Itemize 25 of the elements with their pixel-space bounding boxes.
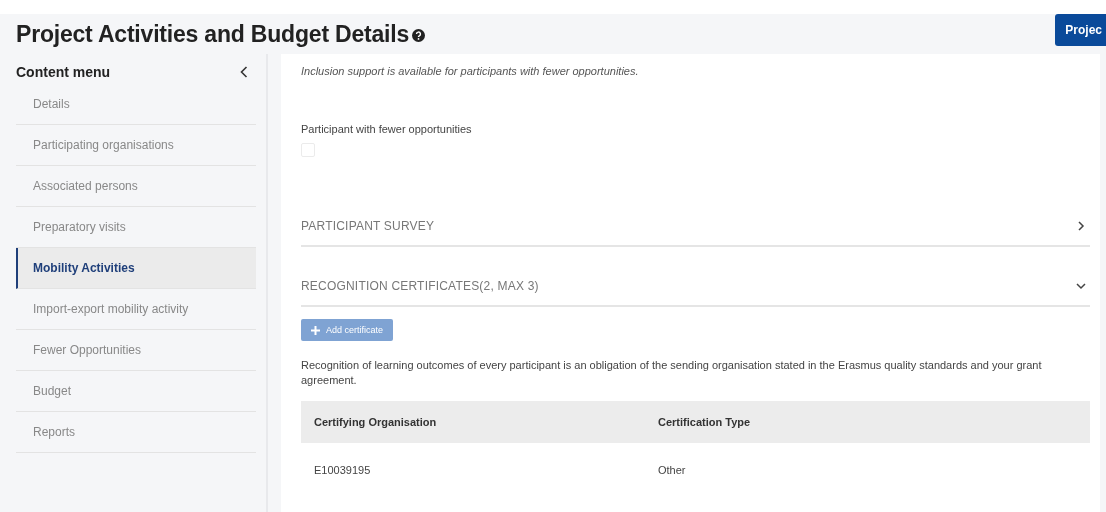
sidebar-item[interactable]: Details xyxy=(16,84,256,125)
table-cell-text: E10039195 xyxy=(313,463,372,476)
sidebar-item[interactable]: Budget xyxy=(16,371,256,412)
chevron-right-icon xyxy=(1076,221,1086,231)
sidebar-item[interactable]: Participating organisations xyxy=(16,125,256,166)
sidebar-item[interactable]: Reports xyxy=(16,412,256,453)
plus-icon xyxy=(311,325,320,335)
section-header[interactable]: PARTICIPANT SURVEY xyxy=(301,207,1090,247)
section-header[interactable]: RECOGNITION CERTIFICATES(2, MAX 3) xyxy=(301,267,1090,307)
chevron-down-icon xyxy=(1076,281,1086,291)
help-icon[interactable] xyxy=(412,28,426,42)
page-title: Project Activities and Budget Details xyxy=(16,20,410,48)
sidebar-item[interactable]: Fewer Opportunities xyxy=(16,330,256,371)
recognition-note: Recognition of learning outcomes of every participant is an obligation of the sending organisation stated in the Erasmus quality standards and your grant agreement. xyxy=(301,358,1043,389)
checkbox-label: Participant with fewer opportunities xyxy=(301,123,473,135)
sidebar-item[interactable]: Mobility Activities xyxy=(16,248,256,289)
table-cell-text: Other xyxy=(657,463,687,476)
column-header: Certification Type xyxy=(657,415,752,428)
project-button[interactable]: Projec xyxy=(1055,14,1106,46)
inclusion-note: Inclusion support is available for participants with fewer opportunities. xyxy=(301,65,640,77)
column-header: Certifying Organisation xyxy=(313,415,438,428)
sidebar-title: Content menu xyxy=(16,64,111,80)
sidebar-item[interactable]: Import-export mobility activity xyxy=(16,289,256,330)
sidebar-item[interactable]: Associated persons xyxy=(16,166,256,207)
collapse-icon[interactable] xyxy=(240,66,248,78)
